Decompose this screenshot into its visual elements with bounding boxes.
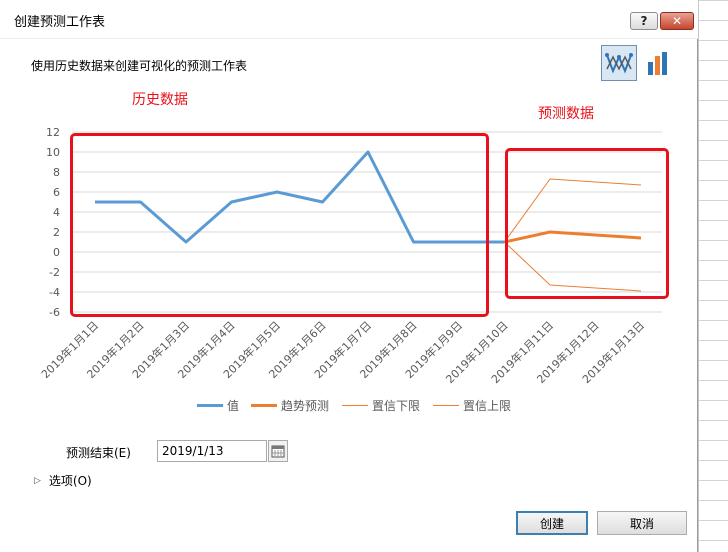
chart-legend: 值 趋势预测 置信下限 置信上限	[0, 397, 698, 417]
dialog-description: 使用历史数据来创建可视化的预测工作表	[31, 59, 248, 73]
legend-swatch	[433, 405, 459, 406]
y-tick-label: 2	[53, 226, 60, 239]
line-chart-icon	[605, 53, 633, 74]
y-tick-label: 10	[46, 146, 60, 159]
y-tick-label: 6	[53, 186, 60, 199]
forecast-dialog: 创建预测工作表 ? ✕ 使用历史数据来创建可视化的预测工作表 12 10 8 6 4 2 0…	[0, 0, 698, 552]
forecast-annotation: 预测数据	[538, 106, 594, 122]
history-annotation: 历史数据	[132, 92, 188, 108]
y-tick-label: 4	[53, 206, 60, 219]
legend-label: 置信下限	[372, 399, 421, 413]
y-tick-label: 12	[46, 126, 60, 139]
cancel-button[interactable]: 取消	[597, 511, 687, 535]
history-highlight-box	[70, 133, 489, 317]
title-bar: 创建预测工作表 ? ✕	[0, 0, 698, 39]
legend-swatch	[342, 405, 368, 406]
y-tick-label: 0	[53, 246, 60, 259]
date-picker-button[interactable]	[268, 440, 288, 462]
forecast-end-input[interactable]	[157, 440, 267, 462]
forecast-highlight-box	[505, 148, 669, 299]
forecast-end-label: 预测结束(E)	[66, 446, 131, 460]
y-tick-label: -2	[49, 266, 60, 279]
close-button[interactable]: ✕	[660, 12, 694, 30]
legend-label: 值	[227, 399, 240, 413]
legend-swatch	[197, 404, 223, 407]
column-chart-icon	[648, 52, 667, 75]
background-spreadsheet	[698, 0, 728, 552]
options-label: 选项(O)	[48, 474, 92, 488]
expand-triangle-icon: ▷	[34, 475, 41, 486]
y-tick-label: 8	[53, 166, 60, 179]
legend-label: 趋势预测	[281, 399, 330, 413]
calendar-icon	[271, 445, 285, 458]
legend-item-upper-bound: 置信上限	[433, 397, 511, 414]
y-tick-label: -6	[49, 306, 60, 319]
legend-swatch	[251, 404, 277, 407]
column-chart-type-button[interactable]	[640, 45, 676, 81]
create-button[interactable]: 创建	[516, 511, 588, 535]
legend-label: 置信上限	[463, 399, 512, 413]
legend-item-trend: 趋势预测	[251, 397, 329, 414]
legend-item-value: 值	[197, 397, 239, 414]
help-button[interactable]: ?	[630, 12, 658, 30]
options-expander[interactable]: ▷ 选项(O)	[34, 472, 92, 489]
line-chart-type-button[interactable]	[601, 45, 637, 81]
dialog-title: 创建预测工作表	[14, 15, 106, 30]
y-tick-label: -4	[49, 286, 60, 299]
legend-item-lower-bound: 置信下限	[342, 397, 420, 414]
